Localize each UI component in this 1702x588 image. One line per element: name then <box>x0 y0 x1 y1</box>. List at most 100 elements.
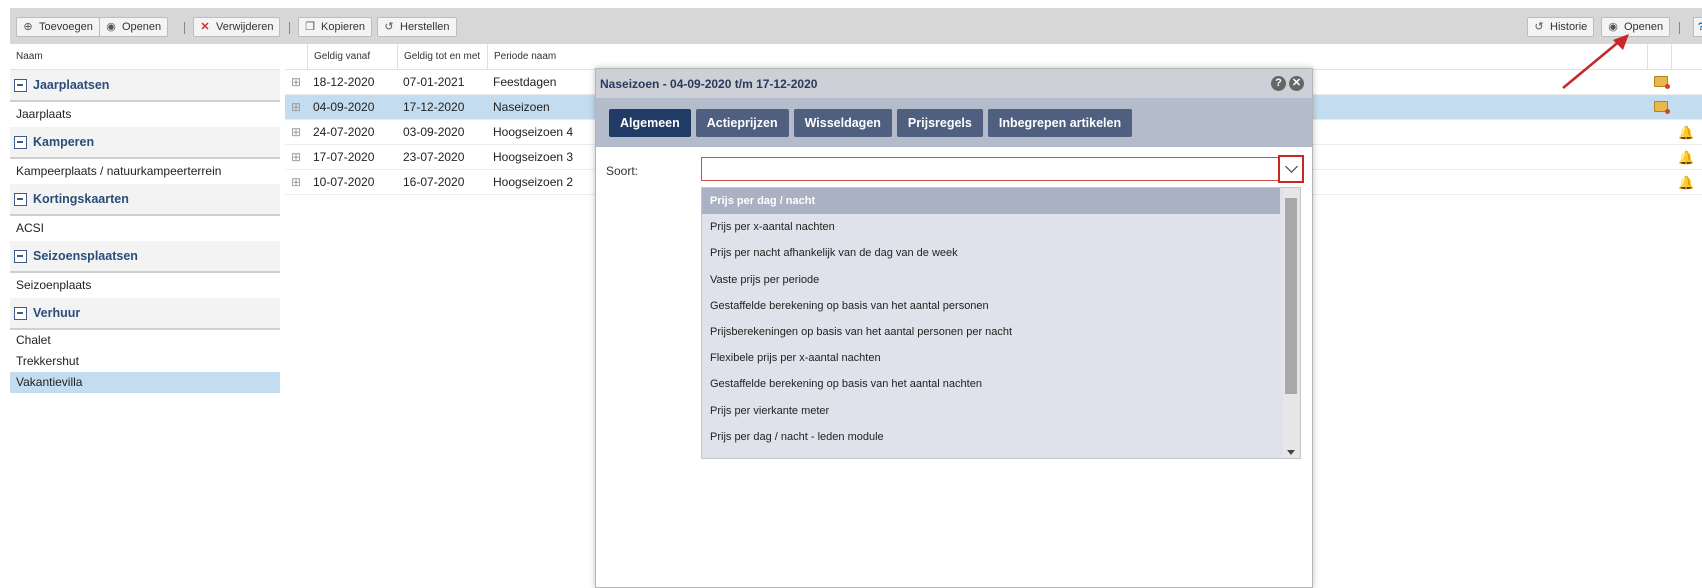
dropdown-option[interactable]: Vaste prijs per periode <box>702 267 1280 293</box>
cell-from: 24-07-2020 <box>313 125 375 139</box>
tree-item[interactable]: Chalet <box>10 330 280 351</box>
cell-to: 07-01-2021 <box>403 75 465 89</box>
folder-icon[interactable] <box>1654 76 1670 89</box>
cell-from: 04-09-2020 <box>313 100 375 114</box>
cell-to: 16-07-2020 <box>403 175 465 189</box>
collapse-icon[interactable] <box>14 78 27 92</box>
restore-label: Herstellen <box>400 21 450 33</box>
column-header-icon <box>1671 44 1695 70</box>
cell-name: Hoogseizoen 4 <box>493 125 574 139</box>
tree-group-kortingskaarten[interactable]: Kortingskaarten <box>10 184 280 216</box>
column-header-from[interactable]: Geldig vanaf <box>307 44 397 70</box>
copy-icon: ❐ <box>305 21 315 33</box>
soort-select[interactable] <box>701 157 1291 181</box>
dropdown-option[interactable]: Gestaffelde berekening op basis van het … <box>702 371 1280 397</box>
dropdown-option[interactable]: Prijs per nacht afhankelijk van de dag v… <box>702 240 1280 266</box>
name-column-header[interactable]: Naam <box>10 44 280 70</box>
tree-item[interactable]: Seizoenplaats <box>10 273 280 298</box>
dropdown-option[interactable]: Prijsberekeningen op basis van het aanta… <box>702 319 1280 345</box>
dropdown-option-highlighted[interactable]: Prijs per dag / nacht <box>702 188 1280 215</box>
expand-icon[interactable]: ⊞ <box>291 170 301 195</box>
bell-icon[interactable]: 🔔 <box>1678 151 1694 164</box>
tab-actieprijzen[interactable]: Actieprijzen <box>695 108 789 137</box>
soort-dropdown-list: Prijs per dag / nacht Prijs per x-aantal… <box>701 187 1301 459</box>
category-tree: Naam Jaarplaatsen Jaarplaats Kamperen Ka… <box>10 44 280 393</box>
collapse-icon[interactable] <box>14 192 27 206</box>
dropdown-toggle[interactable] <box>1278 155 1304 183</box>
chevron-down-icon <box>1285 160 1298 173</box>
dropdown-option[interactable]: Flexibele prijs per x-aantal nachten <box>702 345 1280 371</box>
open-button[interactable]: ◉ Openen <box>99 17 169 37</box>
tab-algemeen[interactable]: Algemeen <box>609 108 691 137</box>
folder-icon[interactable] <box>1654 101 1670 114</box>
copy-label: Kopieren <box>321 21 366 33</box>
tree-group-label: Kamperen <box>33 135 95 149</box>
collapse-icon[interactable] <box>14 306 27 320</box>
dropdown-option[interactable]: Prijs per dag / nacht - leden module <box>702 424 1280 450</box>
toolbar-divider <box>289 22 290 34</box>
copy-button[interactable]: ❐ Kopieren <box>298 17 373 37</box>
cell-name: Feestdagen <box>493 75 557 89</box>
column-header-icon <box>1647 44 1671 70</box>
tree-group-label: Seizoensplaatsen <box>33 249 138 263</box>
help-icon[interactable]: ? <box>1271 76 1286 91</box>
tree-group-label: Jaarplaatsen <box>33 78 110 92</box>
dropdown-option[interactable]: Gestaffelde berekening op basis van het … <box>702 293 1280 319</box>
cell-from: 10-07-2020 <box>313 175 375 189</box>
close-icon[interactable]: ✕ <box>1289 76 1304 91</box>
dialog-titlebar[interactable]: Naseizoen - 04-09-2020 t/m 17-12-2020 ? … <box>596 69 1312 98</box>
dialog-tabs: Algemeen Actieprijzen Wisseldagen Prijsr… <box>596 98 1312 147</box>
dropdown-scrollbar[interactable] <box>1283 188 1299 458</box>
dialog-title: Naseizoen - 04-09-2020 t/m 17-12-2020 <box>600 76 818 91</box>
cell-from: 18-12-2020 <box>313 75 375 89</box>
cell-name: Hoogseizoen 3 <box>493 150 574 164</box>
tree-item[interactable]: ACSI <box>10 216 280 241</box>
tree-group-label: Verhuur <box>33 306 81 320</box>
tree-group-verhuur[interactable]: Verhuur <box>10 298 280 330</box>
restore-button[interactable]: ↺ Herstellen <box>377 17 457 37</box>
period-dialog: Naseizoen - 04-09-2020 t/m 17-12-2020 ? … <box>595 68 1313 588</box>
tree-item[interactable]: Kampeerplaats / natuurkampeerterrein <box>10 159 280 184</box>
toolbar: ⊕ Toevoegen ◉ Openen ✕ Verwijderen ❐ Kop… <box>10 8 1702 44</box>
tree-group-jaarplaatsen[interactable]: Jaarplaatsen <box>10 70 280 102</box>
undo-icon: ↺ <box>384 21 394 33</box>
scrollbar-thumb[interactable] <box>1285 198 1297 394</box>
collapse-icon[interactable] <box>14 249 27 263</box>
toolbar-divider <box>184 22 185 34</box>
tab-prijsregels[interactable]: Prijsregels <box>896 108 983 137</box>
tree-group-seizoensplaatsen[interactable]: Seizoensplaatsen <box>10 241 280 273</box>
column-header-to[interactable]: Geldig tot en met <box>397 44 487 70</box>
cell-to: 23-07-2020 <box>403 150 465 164</box>
expand-icon[interactable]: ⊞ <box>291 70 301 95</box>
bell-icon[interactable]: 🔔 <box>1678 176 1694 189</box>
tab-wisseldagen[interactable]: Wisseldagen <box>793 108 892 137</box>
annotation-arrow <box>1562 34 1629 89</box>
help-button[interactable]: ? <box>1693 17 1702 37</box>
collapse-icon[interactable] <box>14 135 27 149</box>
cell-name: Naseizoen <box>493 100 550 114</box>
plus-circle-icon: ⊕ <box>23 21 33 33</box>
tree-group-kamperen[interactable]: Kamperen <box>10 127 280 159</box>
delete-button[interactable]: ✕ Verwijderen <box>193 17 281 37</box>
expand-icon[interactable]: ⊞ <box>291 120 301 145</box>
tree-item-selected[interactable]: Vakantievilla <box>10 372 280 393</box>
tree-item[interactable]: Trekkershut <box>10 351 280 372</box>
scroll-down-icon[interactable] <box>1287 450 1295 455</box>
cell-from: 17-07-2020 <box>313 150 375 164</box>
bell-icon[interactable]: 🔔 <box>1678 126 1694 139</box>
history-icon: ↺ <box>1534 21 1544 33</box>
delete-label: Verwijderen <box>216 21 274 33</box>
column-header-name[interactable]: Periode naam <box>487 44 607 70</box>
tree-item[interactable]: Jaarplaats <box>10 102 280 127</box>
toolbar-divider <box>1679 22 1680 34</box>
dropdown-option[interactable]: Prijs per vierkante meter <box>702 398 1280 424</box>
add-label: Toevoegen <box>39 21 93 33</box>
expand-icon[interactable]: ⊞ <box>291 95 301 120</box>
grid-header: Geldig vanaf Geldig tot en met Periode n… <box>285 44 1702 70</box>
expand-icon[interactable]: ⊞ <box>291 145 301 170</box>
close-icon: ✕ <box>200 21 210 33</box>
cell-name: Hoogseizoen 2 <box>493 175 574 189</box>
tab-inbegrepen-artikelen[interactable]: Inbegrepen artikelen <box>987 108 1133 137</box>
dropdown-option[interactable]: Prijs per x-aantal nachten <box>702 214 1280 240</box>
add-button[interactable]: ⊕ Toevoegen <box>16 17 100 37</box>
